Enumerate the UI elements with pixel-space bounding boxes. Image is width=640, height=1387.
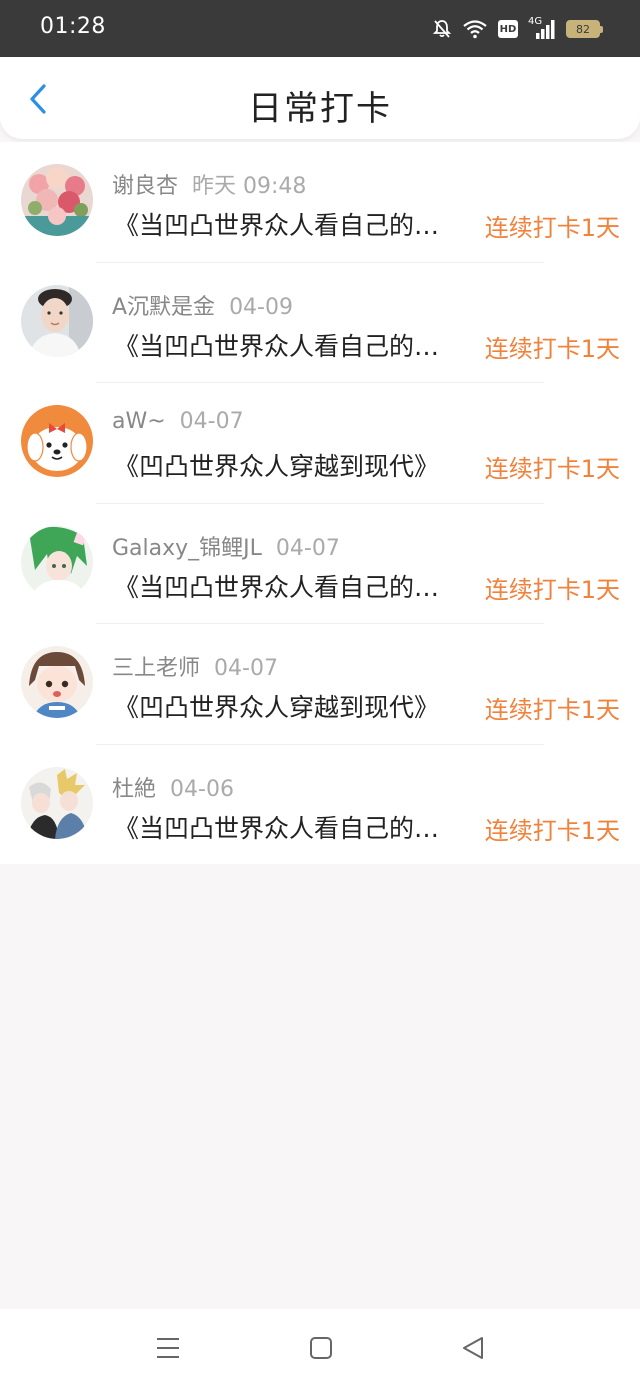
user-name: aW~ 04-07 (112, 409, 244, 434)
anime-girl-avatar (21, 646, 93, 718)
streak-badge: 连续打卡1天 (484, 455, 620, 483)
streak-badge: 连续打卡1天 (484, 334, 620, 363)
post-date: 04-07 (179, 409, 244, 434)
checkin-list: 谢良杏 昨天 09:48 《当凹凸世界众人看自己的… 连续打卡1天 A⁣⁣沉默是金… (0, 142, 640, 864)
avatar[interactable] (21, 284, 93, 357)
book-title[interactable]: 《凹凸世界众人穿越到现代》 (114, 447, 466, 483)
status-icons: HD 4G 82 (432, 14, 603, 44)
avatar[interactable] (21, 164, 93, 236)
list-item[interactable]: aW~ 04-07 《凹凸世界众人穿越到现代》 连续打卡1天 (0, 383, 640, 504)
header: 日常打卡 (0, 57, 640, 139)
user-name: A⁣⁣沉默是金 04-09 (112, 289, 293, 321)
book-title[interactable]: 《当凹凸世界众人看自己的… (114, 809, 466, 845)
hd-icon: HD (498, 20, 518, 38)
user-name-text: 杜絶 (112, 776, 157, 802)
avatar[interactable] (21, 525, 93, 598)
anime-duo-avatar (21, 766, 93, 839)
home-square-icon (308, 1337, 334, 1365)
list-item[interactable]: 杜絶 04-06 《当凹凸世界众人看自己的… 连续打卡1天 (0, 745, 640, 866)
streak-badge: 连续打卡1天 (484, 816, 620, 845)
page-title: 日常打卡 (248, 89, 392, 129)
user-name-text: Galaxy_锦鲤JL (112, 535, 262, 561)
book-title[interactable]: 《当凹凸世界众人看自己的… (114, 206, 466, 242)
puppy-cartoon-avatar (21, 405, 93, 477)
boy-portrait-avatar (21, 284, 93, 357)
post-date: 04-07 (214, 656, 278, 681)
streak-badge: 连续打卡1天 (484, 214, 620, 242)
bell-muted-icon (432, 19, 452, 39)
list-item[interactable]: 谢良杏 昨天 09:48 《当凹凸世界众人看自己的… 连续打卡1天 (0, 142, 640, 263)
streak-badge: 连续打卡1天 (484, 696, 620, 724)
user-name: Galaxy_锦鲤JL 04-07 (112, 530, 340, 562)
user-name: 谢良杏 昨天 09:48 (112, 168, 306, 200)
user-name-text: A⁣⁣沉默是金 (112, 294, 216, 320)
home-button[interactable] (308, 1335, 334, 1361)
green-hair-anime-avatar (21, 525, 93, 598)
post-date: 04-06 (170, 776, 234, 802)
signal-4g-icon: 4G (528, 16, 556, 40)
menu-button[interactable] (155, 1335, 181, 1361)
streak-badge: 连续打卡1天 (484, 575, 620, 604)
back-triangle-icon (460, 1337, 486, 1365)
list-item[interactable]: Galaxy_锦鲤JL 04-07 《当凹凸世界众人看自己的… 连续打卡1天 (0, 504, 640, 624)
user-name-text: 谢良杏 (112, 174, 179, 199)
status-time: 01:28 (40, 14, 106, 39)
post-date: 04-09 (229, 294, 293, 320)
user-name-text: 三上老师 (112, 656, 201, 681)
book-title[interactable]: 《当凹凸世界众人看自己的… (114, 568, 466, 604)
post-date: 04-07 (275, 535, 340, 561)
avatar[interactable] (21, 405, 93, 477)
list-item[interactable]: A⁣⁣沉默是金 04-09 《当凹凸世界众人看自己的… 连续打卡1天 (0, 263, 640, 383)
system-nav-bar (0, 1309, 640, 1387)
avatar[interactable] (21, 766, 93, 839)
avatar[interactable] (21, 646, 93, 718)
user-name-text: aW~ (112, 409, 166, 434)
status-bar: 01:28 HD 4G 82 (0, 0, 640, 57)
user-name: 三上老师 04-07 (112, 650, 278, 682)
user-name: 杜絶 04-06 (112, 771, 234, 803)
flower-bouquet-avatar (21, 164, 93, 236)
list-item[interactable]: 三上老师 04-07 《凹凸世界众人穿越到现代》 连续打卡1天 (0, 624, 640, 745)
menu-icon (155, 1338, 181, 1365)
back-nav-button[interactable] (460, 1335, 486, 1361)
battery-icon: 82 (566, 20, 603, 38)
book-title[interactable]: 《凹凸世界众人穿越到现代》 (114, 688, 466, 724)
post-date: 昨天 09:48 (192, 174, 307, 199)
book-title[interactable]: 《当凹凸世界众人看自己的… (114, 327, 466, 363)
wifi-icon (462, 19, 488, 39)
